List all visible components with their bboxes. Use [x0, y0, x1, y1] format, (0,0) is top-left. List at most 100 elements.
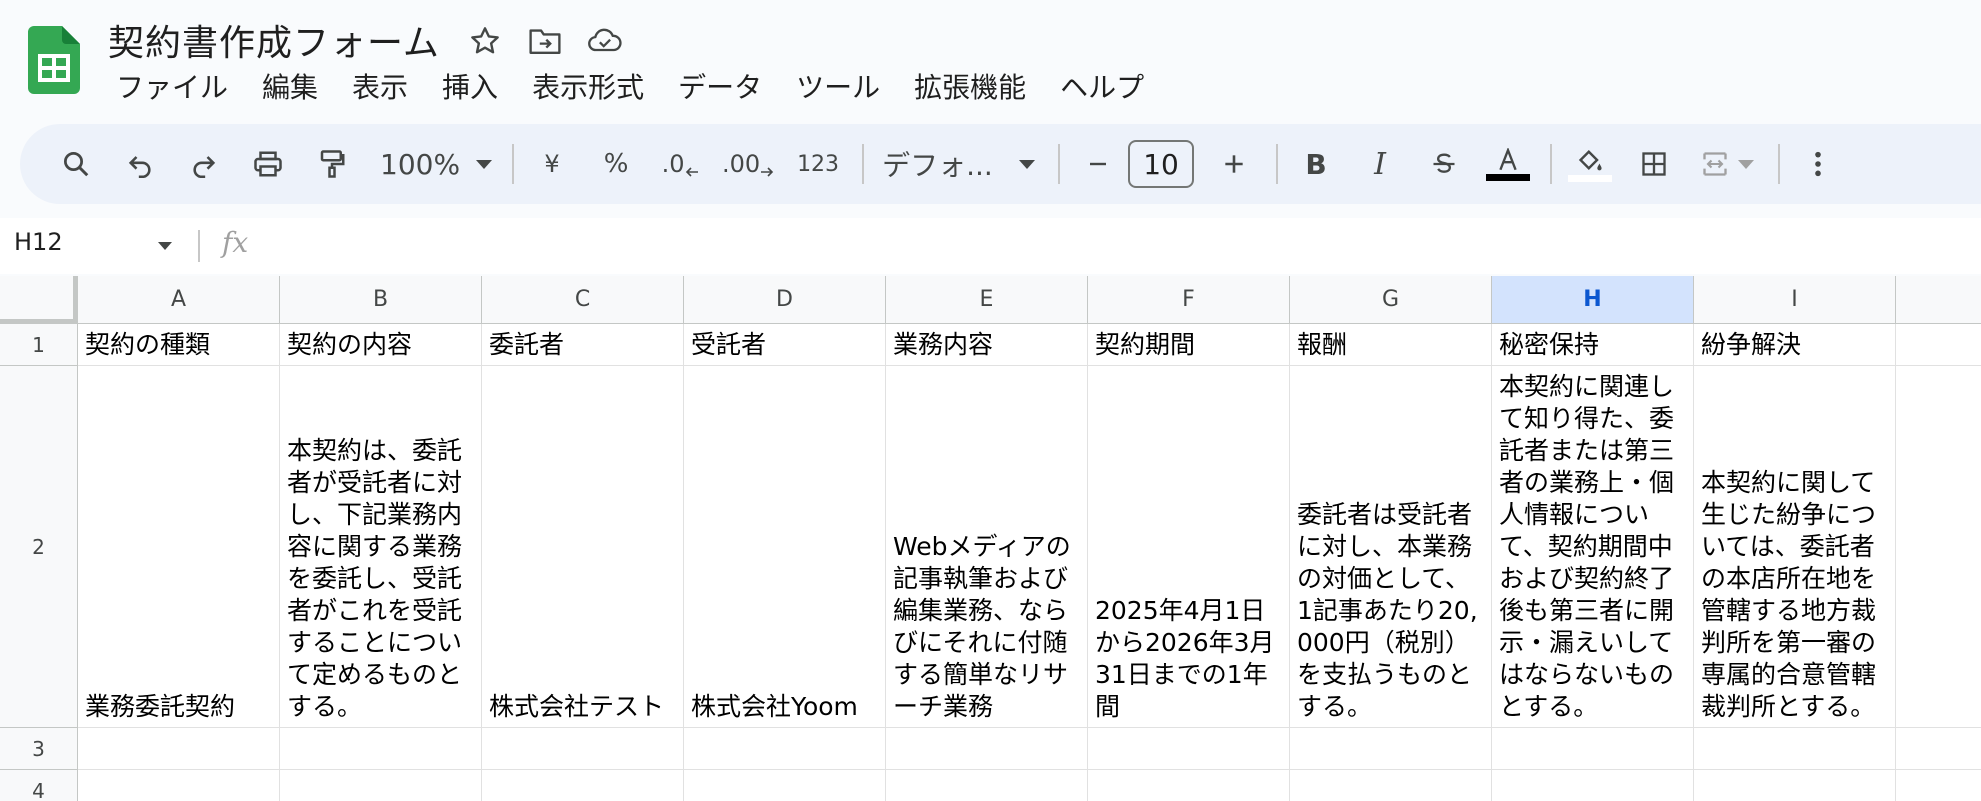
- cell-h3[interactable]: [1492, 728, 1694, 770]
- row-header-3[interactable]: 3: [0, 728, 78, 770]
- number-format-button[interactable]: 123: [790, 138, 846, 190]
- cell-e1[interactable]: 業務内容: [886, 324, 1088, 366]
- strikethrough-icon[interactable]: [1418, 138, 1470, 190]
- merge-cells-icon[interactable]: [1692, 138, 1762, 190]
- cell-c3[interactable]: [482, 728, 684, 770]
- text-color-icon[interactable]: [1482, 138, 1534, 190]
- cell-a2[interactable]: 業務委託契約: [78, 366, 280, 728]
- undo-icon[interactable]: [114, 138, 166, 190]
- cell-b1[interactable]: 契約の内容: [280, 324, 482, 366]
- menu-help[interactable]: ヘルプ: [1050, 68, 1154, 108]
- zoom-select[interactable]: 100%: [380, 138, 493, 190]
- menu-format[interactable]: 表示形式: [522, 68, 654, 108]
- column-header-a[interactable]: A: [78, 276, 280, 324]
- row-header-1[interactable]: 1: [0, 324, 78, 366]
- column-header-b[interactable]: B: [280, 276, 482, 324]
- cell-g2[interactable]: 委託者は受託者に対し、本業務の対価として、1記事あたり20,000円（税別）を支…: [1290, 366, 1492, 728]
- cell-d3[interactable]: [684, 728, 886, 770]
- menu-file[interactable]: ファイル: [106, 68, 238, 108]
- menu-extensions[interactable]: 拡張機能: [904, 68, 1036, 108]
- cell-i2[interactable]: 本契約に関して生じた紛争については、委託者の本店所在地を管轄する地方裁判所を第一…: [1694, 366, 1896, 728]
- cell-j3[interactable]: [1896, 728, 1981, 770]
- row-header-2[interactable]: 2: [0, 366, 78, 728]
- increase-decimal-button[interactable]: .00: [718, 138, 778, 190]
- cell-d2[interactable]: 株式会社Yoom: [684, 366, 886, 728]
- font-caret-icon: [1018, 159, 1035, 169]
- cell-f4[interactable]: [1088, 770, 1290, 801]
- cell-e4[interactable]: [886, 770, 1088, 801]
- cell-j2[interactable]: [1896, 366, 1981, 728]
- star-icon[interactable]: [464, 20, 506, 62]
- print-icon[interactable]: [242, 138, 294, 190]
- cell-b3[interactable]: [280, 728, 482, 770]
- cell-d1[interactable]: 受託者: [684, 324, 886, 366]
- percent-format-button[interactable]: %: [590, 138, 642, 190]
- column-header-d[interactable]: D: [684, 276, 886, 324]
- cell-g1[interactable]: 報酬: [1290, 324, 1492, 366]
- cell-b4[interactable]: [280, 770, 482, 801]
- cell-c2[interactable]: 株式会社テスト: [482, 366, 684, 728]
- cell-c4[interactable]: [482, 770, 684, 801]
- cell-d4[interactable]: [684, 770, 886, 801]
- borders-icon[interactable]: [1628, 138, 1680, 190]
- menu-tools[interactable]: ツール: [786, 68, 890, 108]
- column-header-c[interactable]: C: [482, 276, 684, 324]
- cell-a1[interactable]: 契約の種類: [78, 324, 280, 366]
- cell-i3[interactable]: [1694, 728, 1896, 770]
- name-box-caret-icon[interactable]: [158, 242, 172, 250]
- cell-j1[interactable]: [1896, 324, 1981, 366]
- cell-h4[interactable]: [1492, 770, 1694, 801]
- toolbar: 100% ¥ % .0 .00 123 デフォ... 10 B I: [20, 124, 1981, 204]
- column-header-f[interactable]: F: [1088, 276, 1290, 324]
- cell-f1[interactable]: 契約期間: [1088, 324, 1290, 366]
- bold-icon[interactable]: B: [1290, 138, 1342, 190]
- paint-format-icon[interactable]: [306, 138, 358, 190]
- decrease-font-size-button[interactable]: [1072, 138, 1124, 190]
- redo-icon[interactable]: [178, 138, 230, 190]
- cell-g3[interactable]: [1290, 728, 1492, 770]
- cell-f2[interactable]: 2025年4月1日から2026年3月31日までの1年間: [1088, 366, 1290, 728]
- document-title[interactable]: 契約書作成フォーム: [108, 14, 440, 66]
- more-options-icon[interactable]: [1792, 138, 1844, 190]
- cell-i1[interactable]: 紛争解決: [1694, 324, 1896, 366]
- cell-i4[interactable]: [1694, 770, 1896, 801]
- search-menus-icon[interactable]: [50, 138, 102, 190]
- font-family-select[interactable]: デフォ...: [876, 138, 1042, 190]
- column-header-h[interactable]: H: [1492, 276, 1694, 324]
- cell-b2[interactable]: 本契約は、委託者が受託者に対し、下記業務内容に関する業務を委託し、受託者がこれを…: [280, 366, 482, 728]
- font-size-input[interactable]: 10: [1128, 140, 1195, 188]
- increase-font-size-button[interactable]: [1208, 138, 1260, 190]
- cell-f3[interactable]: [1088, 728, 1290, 770]
- italic-icon[interactable]: I: [1354, 138, 1406, 190]
- row-header-4[interactable]: 4: [0, 770, 78, 801]
- menu-view[interactable]: 表示: [342, 68, 418, 108]
- move-folder-icon[interactable]: [524, 20, 566, 62]
- fill-color-icon[interactable]: [1564, 138, 1616, 190]
- cell-h1[interactable]: 秘密保持: [1492, 324, 1694, 366]
- cell-h2[interactable]: 本契約に関連して知り得た、委託者または第三者の業務上・個人情報について、契約期間…: [1492, 366, 1694, 728]
- cell-g4[interactable]: [1290, 770, 1492, 801]
- menu-insert[interactable]: 挿入: [432, 68, 508, 108]
- zoom-caret-icon: [476, 159, 493, 169]
- spreadsheet-grid[interactable]: A B C D E F G H I 1 2 3 4 契約の種類 契約の内容 委託…: [0, 276, 1981, 801]
- column-header-e[interactable]: E: [886, 276, 1088, 324]
- fill-color-swatch: [1568, 174, 1613, 182]
- sheets-logo-icon[interactable]: [28, 26, 80, 94]
- cell-a3[interactable]: [78, 728, 280, 770]
- menu-data[interactable]: データ: [668, 68, 772, 108]
- column-header-g[interactable]: G: [1290, 276, 1492, 324]
- font-family-value: デフォ...: [882, 149, 993, 182]
- select-all-corner[interactable]: [0, 276, 78, 324]
- cell-e2[interactable]: Webメディアの記事執筆および編集業務、ならびにそれに付随する簡単なリサーチ業務: [886, 366, 1088, 728]
- cell-a4[interactable]: [78, 770, 280, 801]
- column-header-i[interactable]: I: [1694, 276, 1896, 324]
- column-header-j[interactable]: [1896, 276, 1981, 324]
- menu-edit[interactable]: 編集: [252, 68, 328, 108]
- cloud-saved-icon[interactable]: [584, 20, 626, 62]
- decrease-decimal-button[interactable]: .0: [654, 138, 706, 190]
- currency-format-button[interactable]: ¥: [526, 138, 578, 190]
- cell-j4[interactable]: [1896, 770, 1981, 801]
- name-box[interactable]: H12: [14, 228, 63, 256]
- cell-e3[interactable]: [886, 728, 1088, 770]
- cell-c1[interactable]: 委託者: [482, 324, 684, 366]
